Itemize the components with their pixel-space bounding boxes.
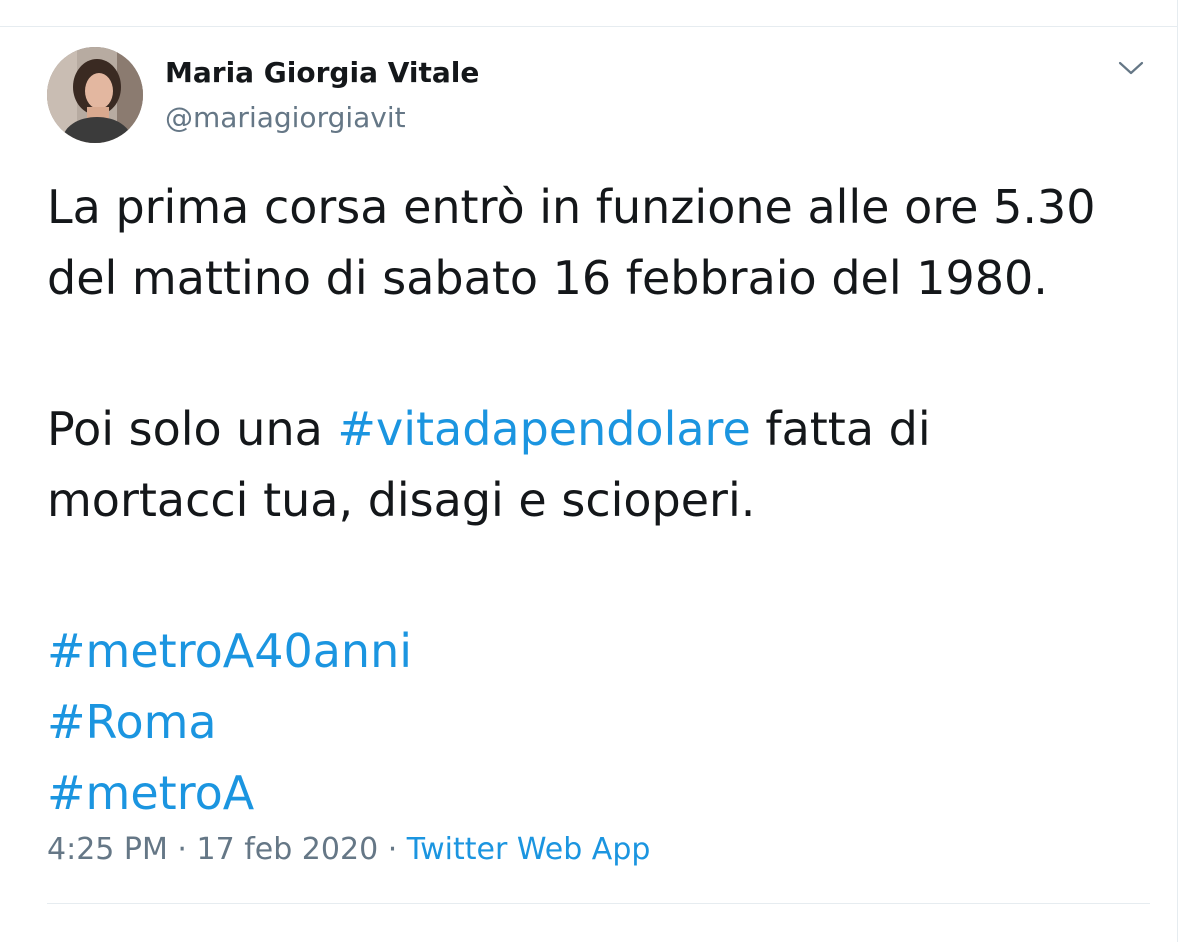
tweet-metadata: 4:25 PM · 17 feb 2020 · Twitter Web App — [47, 830, 650, 870]
meta-separator: · — [167, 832, 197, 867]
card-right-border — [1177, 0, 1178, 942]
tweet-text-line: Poi solo una #vitadapendolare fatta di — [47, 394, 1157, 465]
divider — [47, 903, 1150, 904]
tweet-text: La prima corsa entrò in funzione alle or… — [47, 172, 1157, 829]
chevron-down-icon — [1118, 61, 1144, 75]
author-handle[interactable]: @mariagiorgiavit — [165, 100, 406, 136]
hashtag-link[interactable]: #vitadapendolare — [337, 402, 750, 456]
tweet-date[interactable]: 17 feb 2020 — [197, 832, 379, 867]
card-top-border — [0, 26, 1178, 27]
tweet-time[interactable]: 4:25 PM — [47, 832, 168, 867]
meta-separator: · — [378, 832, 407, 867]
tweet-text-line: mortacci tua, disagi e scioperi. — [47, 473, 756, 527]
tweet-text-line: La prima corsa entrò in funzione alle or… — [47, 180, 1096, 234]
tweet-source-link[interactable]: Twitter Web App — [407, 832, 651, 867]
tweet-card: Maria Giorgia Vitale @mariagiorgiavit La… — [0, 0, 1178, 942]
tweet-text-fragment: fatta di — [750, 402, 931, 456]
tweet-menu-button[interactable] — [1112, 52, 1150, 84]
author-display-name[interactable]: Maria Giorgia Vitale — [165, 55, 479, 91]
hashtag-link[interactable]: #Roma — [47, 687, 1157, 758]
hashtag-link[interactable]: #metroA40anni — [47, 616, 1157, 687]
tweet-text-fragment: Poi solo una — [47, 402, 338, 456]
avatar[interactable] — [47, 47, 143, 143]
user-avatar-photo-icon — [47, 47, 143, 143]
hashtag-link[interactable]: #metroA — [47, 758, 1157, 829]
tweet-text-line: del mattino di sabato 16 febbraio del 19… — [47, 251, 1048, 305]
